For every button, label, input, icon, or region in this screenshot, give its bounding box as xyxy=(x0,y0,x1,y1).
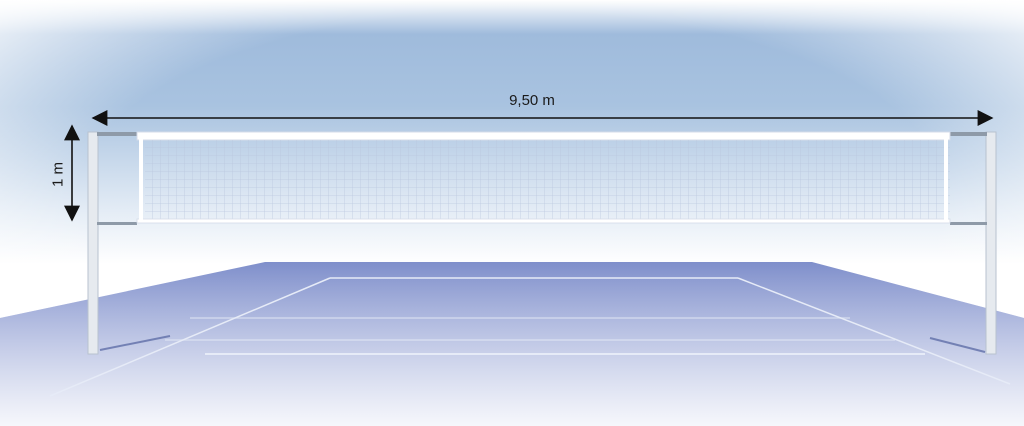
net-height-label: 1 m xyxy=(49,162,67,188)
net-mesh xyxy=(145,140,950,222)
court-floor xyxy=(0,262,1024,426)
net-bottom-band xyxy=(136,218,951,224)
net-width-label: 9,50 m xyxy=(509,92,555,109)
net xyxy=(136,131,951,224)
volleyball-net-diagram xyxy=(0,0,1024,426)
net-top-band xyxy=(136,131,951,141)
